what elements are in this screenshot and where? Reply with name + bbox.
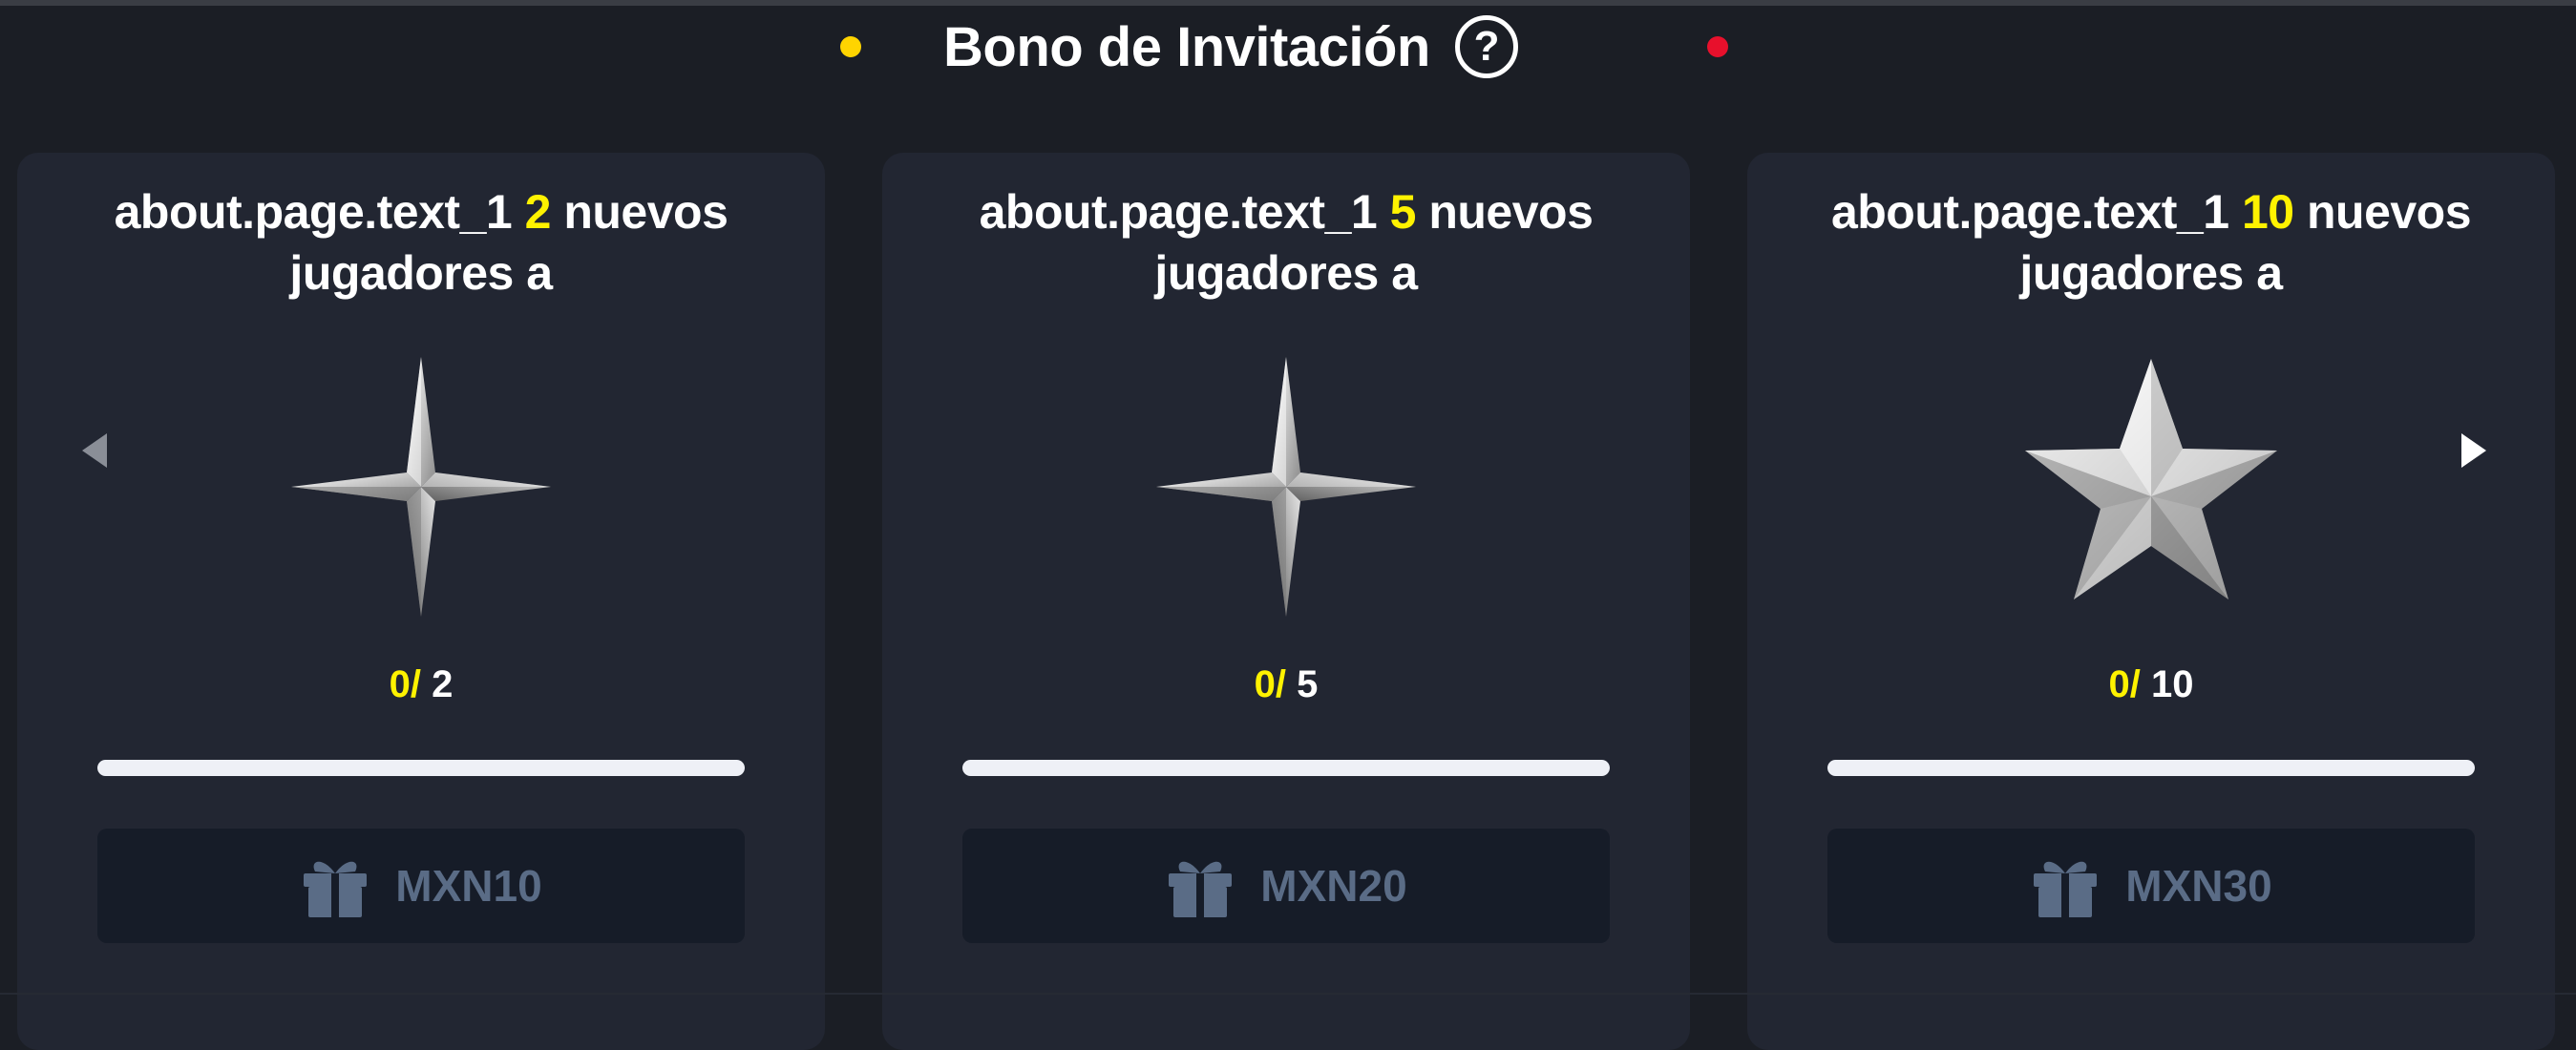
card-title-line2: jugadores a [289,246,553,300]
progress-current: 0/ [2108,663,2141,705]
progress-current: 0/ [1254,663,1286,705]
card-title: about.page.text_1 2 nuevos jugadores a [17,181,825,304]
claim-reward-button[interactable]: MXN10 [97,829,745,943]
indicator-dot-yellow [840,36,861,57]
card-title-line2: jugadores a [1154,246,1418,300]
page-title-text: Bono de Invitación [943,15,1430,78]
progress-text: 0/ 5 [882,663,1690,706]
progress-bar [962,760,1610,776]
progress-text: 0/ 10 [1747,663,2555,706]
card-title-prefix: about.page.text_1 [979,185,1378,239]
five-point-star-icon [1747,353,2555,620]
card-title-prefix: about.page.text_1 [1830,185,2229,239]
card-title: about.page.text_1 10 nuevos jugadores a [1747,181,2555,304]
indicator-dot-red [1707,36,1728,57]
header: Bono de Invitación ? [0,6,2576,82]
gift-icon [300,850,370,921]
bonus-card: about.page.text_1 2 nuevos jugadores a 0… [17,153,825,1050]
reward-label: MXN20 [1260,861,1407,911]
card-title-count: 2 [524,185,552,239]
card-title-prefix: about.page.text_1 [114,185,513,239]
page-title: Bono de Invitación ? [943,13,1518,80]
card-title-line2: jugadores a [2019,246,2283,300]
chevron-left-icon [82,433,107,468]
progress-text: 0/ 2 [17,663,825,706]
progress-total: 10 [2150,663,2194,705]
progress-total: 5 [1297,663,1319,705]
card-title: about.page.text_1 5 nuevos jugadores a [882,181,1690,304]
progress-bar [97,760,745,776]
reward-label: MXN30 [2125,861,2272,911]
chevron-right-icon [2461,433,2486,468]
progress-current: 0/ [389,663,421,705]
reward-label: MXN10 [395,861,542,911]
card-title-suffix: nuevos [1428,185,1594,239]
carousel-next-button[interactable] [2454,431,2492,470]
claim-reward-button[interactable]: MXN20 [962,829,1610,943]
card-title-count: 5 [1389,185,1417,239]
gift-icon [1165,850,1235,921]
four-point-star-icon [882,353,1690,620]
bonus-card: about.page.text_1 5 nuevos jugadores a 0… [882,153,1690,1050]
gift-icon [2030,850,2101,921]
bottom-divider [0,993,2576,995]
card-title-count: 10 [2241,185,2294,239]
claim-reward-button[interactable]: MXN30 [1827,829,2475,943]
four-point-star-icon [17,353,825,620]
carousel-prev-button[interactable] [76,431,115,470]
card-title-suffix: nuevos [563,185,728,239]
card-title-suffix: nuevos [2306,185,2472,239]
bonus-card: about.page.text_1 10 nuevos jugadores a … [1747,153,2555,1050]
progress-total: 2 [432,663,454,705]
help-icon[interactable]: ? [1454,15,1518,78]
progress-bar [1827,760,2475,776]
